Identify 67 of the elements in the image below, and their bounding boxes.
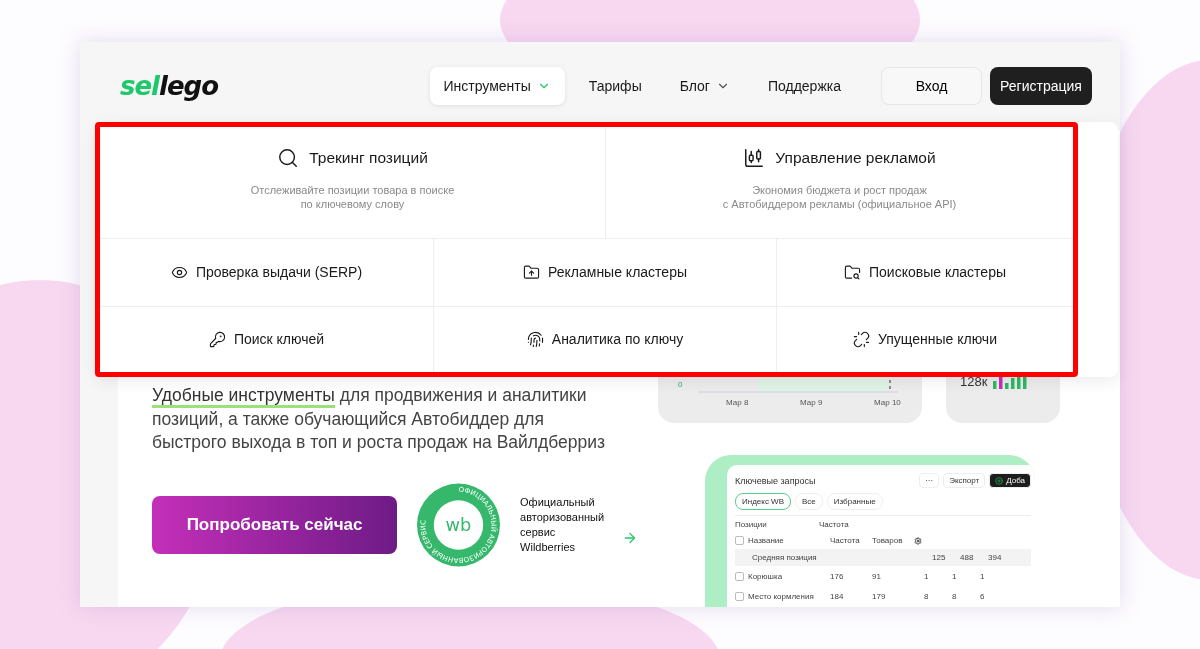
nav-link[interactable]: Поддержка — [753, 67, 855, 105]
try-now-button[interactable]: Попробовать сейчас — [152, 495, 398, 554]
folder-upload-icon — [523, 263, 540, 281]
column-header: Название — [748, 536, 785, 545]
table-cell-text: 1 — [952, 571, 958, 581]
menu-feature[interactable]: Управление рекламой Экономия бюджета и рост продаж с Автобиддером рекламы (официальное API) — [605, 127, 1073, 238]
menu-item[interactable]: Проверка выдачи (SERP) — [100, 239, 433, 306]
export-button[interactable]: Экспорт — [943, 473, 986, 488]
table-cell-text: 8 — [952, 591, 958, 601]
feature-title: Трекинг позиций — [277, 147, 428, 169]
search-icon — [277, 147, 300, 169]
settings-icon[interactable] — [914, 536, 922, 545]
register-button[interactable]: Регистрация — [990, 67, 1092, 105]
more-button[interactable]: ··· — [919, 473, 940, 488]
table-cell-text: 8 — [924, 591, 930, 601]
hero-text: Удобные инструменты для продвижения и аналитики позиций, а также обучающийся Автобиддер для быстрого выхода в топ и роста продаж на Вайлдберриз — [152, 384, 607, 454]
menu-item[interactable]: Поиск ключей — [100, 305, 433, 372]
nav-link[interactable]: Инструменты — [429, 67, 565, 105]
preview-title: Ключевые запросы — [735, 475, 816, 486]
official-service-caption: Официальный авторизованный сервис Wildberries — [520, 494, 606, 555]
menu-feature[interactable]: Трекинг позиций Отслеживайте позиции товара в поиске по ключевому слову — [100, 127, 605, 238]
logo[interactable]: sellego — [120, 71, 219, 101]
table-cell-text: Место кормления — [748, 591, 815, 601]
table-cell-text: 176 — [830, 571, 845, 581]
menu-item[interactable]: Упущенные ключи — [776, 305, 1073, 372]
table-cell-text: 125 — [932, 553, 947, 562]
fingerprint-icon — [526, 330, 544, 348]
column-header: Товаров — [872, 536, 904, 545]
add-button[interactable]: Доба — [989, 473, 1031, 488]
folder-search-icon — [843, 263, 861, 281]
table-cell-text: 488 — [960, 553, 975, 562]
feature-description: Экономия бюджета и рост продаж с Автобиддером рекламы (официальное API) — [722, 183, 957, 211]
table-cell-text: 179 — [872, 591, 887, 601]
menu-item[interactable]: Поисковые кластеры — [776, 239, 1073, 306]
filter-label: Позиции — [735, 519, 768, 529]
table-cell-text: Корюшка — [748, 571, 784, 581]
nav-link[interactable]: Тарифы — [574, 67, 656, 105]
broken-link-icon — [853, 330, 870, 348]
table-cell-text: 6 — [980, 591, 986, 601]
candlestick-chart-icon — [743, 147, 766, 169]
table-cell-text: 91 — [872, 571, 882, 581]
axis-label: Мар 10 — [874, 398, 901, 407]
filter-chip[interactable]: Избранные — [826, 493, 883, 510]
plus-circle-icon — [995, 476, 1004, 485]
checkbox[interactable] — [735, 536, 744, 545]
axis-label: Мар 9 — [800, 398, 823, 407]
filter-chip[interactable]: Все — [795, 493, 823, 510]
feature-title: Управление рекламой — [743, 147, 936, 169]
table-cell-text: 1 — [924, 571, 930, 581]
login-button[interactable]: Вход — [881, 67, 982, 105]
feature-description: Отслеживайте позиции товара в поиске по ключевому слову — [250, 183, 455, 211]
checkbox[interactable] — [735, 591, 744, 601]
axis-label: Мар 8 — [726, 398, 749, 407]
table-cell-text: 394 — [988, 553, 1003, 562]
stat-value: 128к — [960, 374, 988, 389]
checkbox[interactable] — [735, 571, 744, 581]
key-icon — [208, 330, 226, 348]
table-cell-text: 1 — [980, 571, 986, 581]
menu-item[interactable]: Аналитика по ключу — [433, 305, 776, 372]
filter-chip[interactable]: Индекс WB — [735, 493, 791, 510]
nav-link[interactable]: Блог — [665, 67, 744, 105]
table-cell-text: Средняя позиция — [752, 553, 818, 562]
filter-label: Частота — [819, 519, 850, 529]
menu-item[interactable]: Рекламные кластеры — [433, 239, 776, 306]
column-header: Частота — [830, 536, 861, 545]
axis-label: 0 — [678, 380, 683, 389]
table-cell-text: 184 — [830, 591, 845, 601]
